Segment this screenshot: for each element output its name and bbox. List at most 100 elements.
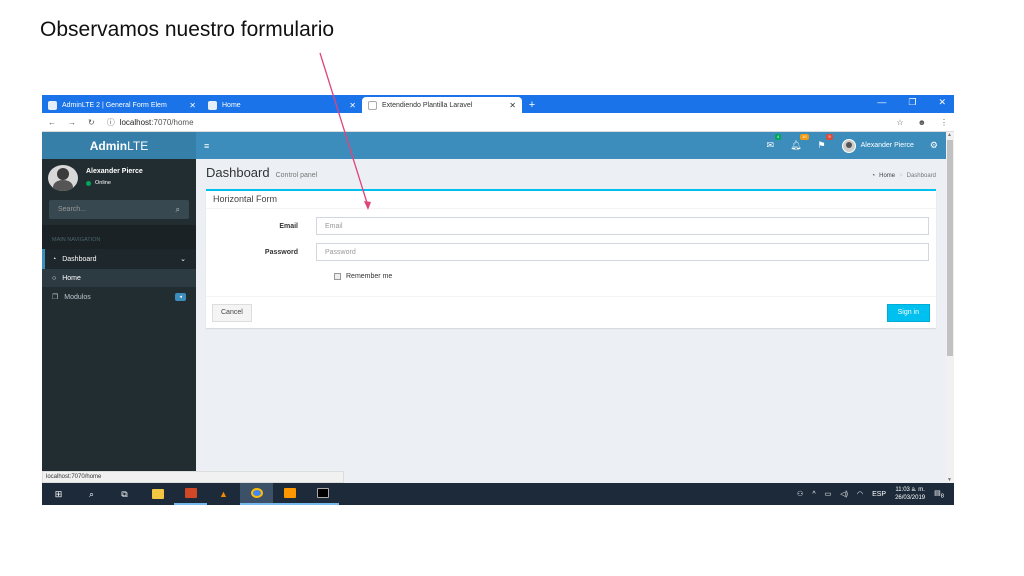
url-path: :7070/home [151, 117, 194, 127]
email-field[interactable]: Email [316, 217, 929, 235]
powerpoint-icon[interactable] [174, 483, 207, 505]
tab-close-icon[interactable]: ✕ [349, 101, 356, 110]
clock-date: 26/03/2019 [895, 495, 926, 501]
restore-icon[interactable]: ❐ [908, 97, 916, 108]
language-indicator[interactable]: ESP [872, 491, 886, 498]
breadcrumb-home[interactable]: Home [879, 173, 895, 179]
sidebar-item-modulos[interactable]: ❐ Modulos ◂ [42, 287, 196, 307]
minimize-icon[interactable]: — [877, 97, 886, 108]
file-explorer-icon[interactable] [141, 483, 174, 505]
search-icon[interactable]: ⌕ [75, 483, 108, 505]
task-view-icon[interactable]: ⧉ [108, 483, 141, 505]
clock[interactable]: 11:03 a. m. 26/03/2019 [895, 486, 925, 502]
url-host: localhost [119, 117, 152, 127]
tab-home[interactable]: Home ✕ [202, 97, 362, 113]
user-avatar [48, 165, 78, 191]
dashboard-icon: ◔ [871, 173, 876, 179]
user-status: Online [86, 180, 143, 186]
circle-icon: ○ [52, 274, 57, 282]
status-label: Online [95, 180, 111, 186]
volume-icon[interactable]: ◁) [840, 490, 848, 498]
profile-icon[interactable]: ☻ [918, 118, 926, 127]
sidebar-search-input[interactable]: Search... ⌕ [49, 200, 189, 219]
top-navbar: ≡ ✉ 4 🔔︎ 10 ⚑ 9 Alexander Pierce ⚙ [196, 132, 946, 159]
breadcrumb-separator: > [899, 173, 903, 179]
chrome-icon[interactable] [240, 483, 273, 505]
close-window-icon[interactable]: ✕ [938, 97, 946, 108]
windows-taskbar: ⊞ ⌕ ⧉ ▲ ⚇ ^ ▭ ◁) ◠ ESP 11:03 a. m. 26/03… [42, 483, 954, 505]
user-panel: Alexander Pierce Online [42, 159, 196, 197]
main-header: Admin LTE ≡ ✉ 4 🔔︎ 10 ⚑ 9 Alexander Pierce ⚙ [42, 132, 946, 159]
sidebar-item-home[interactable]: ○ Home [42, 269, 196, 287]
chevron-up-icon[interactable]: ^ [812, 491, 815, 498]
sidebar-item-dashboard[interactable]: ◔ Dashboard ⌄ [42, 249, 196, 269]
info-icon[interactable]: ⓘ [107, 117, 115, 128]
new-tab-button[interactable]: + [522, 97, 542, 113]
page-scrollbar[interactable]: ▲ ▼ [946, 132, 954, 483]
action-center-icon[interactable]: ▤8 [934, 489, 944, 499]
terminal-icon[interactable] [306, 483, 339, 505]
reload-icon[interactable]: ↻ [88, 118, 95, 127]
menu-kebab-icon[interactable]: ⋮ [940, 118, 948, 127]
box-footer: Cancel Sign in [206, 296, 936, 328]
page-title: Dashboard [206, 165, 270, 180]
logo-rest: LTE [127, 138, 149, 153]
horizontal-form-box: Horizontal Form Email Email Password Pas… [206, 189, 936, 328]
breadcrumb: ◔ Home > Dashboard [871, 173, 936, 179]
bookmark-star-icon[interactable]: ☆ [896, 118, 903, 127]
url-field[interactable]: ⓘ localhost:7070/home [107, 117, 194, 128]
online-dot-icon [86, 180, 91, 186]
notif-count: 8 [940, 493, 944, 500]
main-sidebar: Alexander Pierce Online Search... ⌕ MAIN… [42, 159, 196, 483]
address-bar: ← → ↻ ⓘ localhost:7070/home ☆ ☻ ⋮ [42, 113, 954, 132]
system-tray: ⚇ ^ ▭ ◁) ◠ ESP 11:03 a. m. 26/03/2019 ▤8 [797, 486, 954, 502]
content-wrapper: Dashboard Control panel ◔ Home > Dashboa… [196, 159, 946, 483]
vlc-icon[interactable]: ▲ [207, 483, 240, 505]
tab-close-icon[interactable]: ✕ [189, 101, 196, 110]
remember-label[interactable]: Remember me [346, 273, 392, 280]
user-menu-name: Alexander Pierce [860, 142, 914, 149]
password-row: Password Password [206, 239, 936, 265]
home-favicon-icon [208, 100, 217, 110]
user-menu[interactable]: Alexander Pierce [841, 138, 914, 153]
user-name: Alexander Pierce [86, 168, 143, 175]
sublime-text-icon[interactable] [273, 483, 306, 505]
link-status-bar: localhost:7070/home [42, 471, 344, 483]
battery-icon[interactable]: ▭ [825, 490, 832, 498]
scrollbar-thumb[interactable] [947, 140, 953, 356]
tab-adminlte[interactable]: AdminLTE 2 | General Form Elem ✕ [42, 97, 202, 113]
scroll-up-icon[interactable]: ▲ [947, 132, 952, 138]
search-icon[interactable]: ⌕ [176, 205, 180, 215]
windows-start-icon[interactable]: ⊞ [42, 483, 75, 505]
password-label: Password [264, 248, 298, 256]
logo[interactable]: Admin LTE [42, 132, 196, 159]
files-icon: ❐ [52, 294, 59, 301]
tasks-flag-icon[interactable]: ⚑ 9 [818, 134, 833, 151]
dashboard-icon: ◔ [52, 255, 57, 263]
sidebar-item-label: Home [62, 274, 81, 282]
tab-label: AdminLTE 2 | General Form Elem [62, 101, 167, 109]
email-label: Email [279, 222, 298, 230]
wifi-icon[interactable]: ◠ [857, 490, 863, 498]
sidebar-toggle-icon[interactable]: ≡ [204, 141, 209, 151]
page-subtitle: Control panel [275, 172, 318, 179]
tab-label: Extendiendo Plantilla Laravel [382, 101, 473, 109]
remember-checkbox[interactable] [334, 272, 341, 280]
box-title: Horizontal Form [206, 191, 936, 209]
sign-in-button[interactable]: Sign in [886, 303, 930, 322]
tab-extendiendo[interactable]: Extendiendo Plantilla Laravel ✕ [362, 97, 522, 113]
angle-left-icon: ◂ [175, 293, 186, 301]
sidebar-header: MAIN NAVIGATION [42, 225, 196, 249]
password-field[interactable]: Password [316, 243, 929, 261]
messages-icon[interactable]: ✉ 4 [767, 134, 782, 151]
forward-icon[interactable]: → [68, 118, 76, 127]
notifications-bell-icon[interactable]: 🔔︎ 10 [790, 134, 809, 151]
back-icon[interactable]: ← [48, 118, 56, 127]
window-controls: — ❐ ✕ [877, 97, 946, 108]
control-sidebar-gears-icon[interactable]: ⚙ [930, 140, 938, 151]
notifications-badge: 10 [800, 134, 809, 140]
cancel-button[interactable]: Cancel [212, 303, 252, 322]
people-icon[interactable]: ⚇ [797, 490, 803, 498]
tab-close-icon[interactable]: ✕ [509, 101, 516, 110]
password-placeholder: Password [325, 248, 356, 256]
